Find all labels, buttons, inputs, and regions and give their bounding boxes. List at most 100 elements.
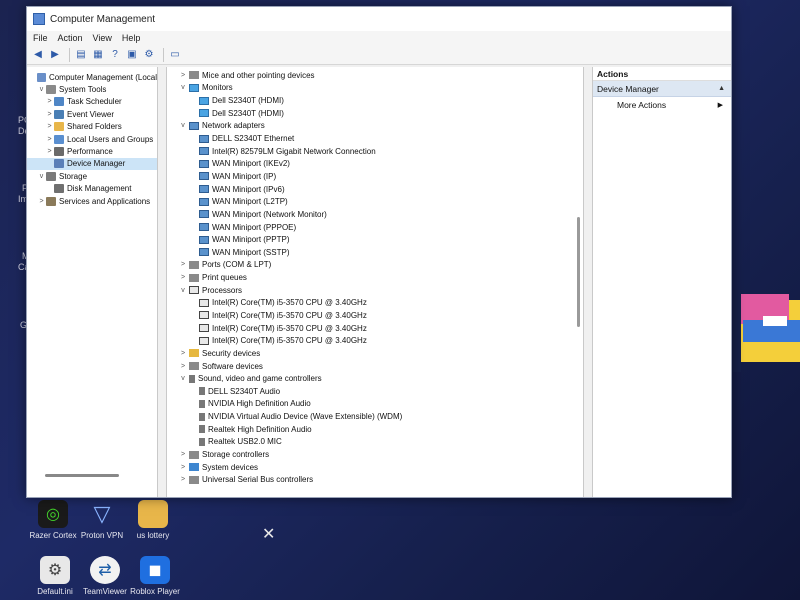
collapsed-chevron-icon[interactable]: > [177, 451, 189, 458]
device-label: NVIDIA Virtual Audio Device (Wave Extens… [208, 412, 403, 422]
tree-item[interactable]: v System Tools [27, 83, 157, 95]
processor-icon [199, 324, 209, 333]
device-category[interactable]: > System devices [167, 461, 583, 474]
collapsed-chevron-icon[interactable]: > [45, 136, 54, 143]
device-tree: > Mice and other pointing devices v Monitor… [166, 67, 584, 497]
collapsed-chevron-icon[interactable]: > [45, 148, 54, 155]
forward-arrow-icon[interactable]: ▶ [48, 48, 62, 62]
expanded-chevron-icon[interactable]: v [177, 375, 189, 382]
desktop-icon-roblox[interactable]: ◼ Roblox Player [130, 556, 180, 596]
collapsed-chevron-icon[interactable]: > [177, 274, 189, 281]
properties-icon[interactable]: ▣ [125, 48, 139, 62]
desktop-icon-razer-cortex[interactable]: ◎ Razer Cortex [28, 500, 78, 540]
device-category[interactable]: > Universal Serial Bus controllers [167, 474, 583, 487]
desktop-icon-us-lottery[interactable]: us lottery [128, 500, 178, 540]
tree-item[interactable]: > Task Scheduler [27, 96, 157, 108]
tree-item[interactable]: Computer Management (Local [27, 71, 157, 83]
title-bar[interactable]: Computer Management [27, 7, 731, 31]
device-category[interactable]: > Security devices [167, 347, 583, 360]
device-item[interactable]: WAN Miniport (PPTP) [167, 233, 583, 246]
device-item[interactable]: WAN Miniport (IP) [167, 170, 583, 183]
tree-horizontal-scrollbar[interactable] [45, 474, 119, 477]
device-category[interactable]: > Print queues [167, 271, 583, 284]
collapsed-chevron-icon[interactable]: > [37, 198, 46, 205]
device-item[interactable]: Intel(R) Core(TM) i5-3570 CPU @ 3.40GHz [167, 309, 583, 322]
device-label: Intel(R) Core(TM) i5-3570 CPU @ 3.40GHz [212, 298, 367, 308]
device-item[interactable]: Realtek USB2.0 MIC [167, 436, 583, 449]
collapsed-chevron-icon[interactable]: > [177, 350, 189, 357]
speaker-icon [199, 412, 205, 421]
show-hide-tree-icon[interactable]: ▦ [91, 48, 105, 62]
expanded-chevron-icon[interactable]: v [177, 84, 189, 91]
device-category[interactable]: > Ports (COM & LPT) [167, 259, 583, 272]
actions-item-more-actions[interactable]: More Actions ▶ [593, 97, 731, 113]
collapsed-chevron-icon[interactable]: > [177, 464, 189, 471]
device-item[interactable]: Intel(R) Core(TM) i5-3570 CPU @ 3.40GHz [167, 322, 583, 335]
collapse-arrow-icon[interactable]: ▲ [718, 85, 725, 92]
collapsed-chevron-icon[interactable]: > [45, 111, 54, 118]
device-item[interactable]: Dell S2340T (HDMI) [167, 107, 583, 120]
help-icon[interactable]: ? [108, 48, 122, 62]
desktop-icon-proton-vpn[interactable]: ▽ Proton VPN [77, 500, 127, 540]
tree-item[interactable]: Disk Management [27, 183, 157, 195]
tree-item[interactable]: > Shared Folders [27, 121, 157, 133]
collapsed-chevron-icon[interactable]: > [177, 363, 189, 370]
content-area: Computer Management (Local v System Tools >… [27, 67, 731, 497]
device-item[interactable]: Dell S2340T (HDMI) [167, 94, 583, 107]
device-item[interactable]: Intel(R) 82579LM Gigabit Network Connect… [167, 145, 583, 158]
expanded-chevron-icon[interactable]: v [37, 173, 46, 180]
menu-action[interactable]: Action [58, 33, 83, 43]
collapsed-chevron-icon[interactable]: > [177, 476, 189, 483]
up-folder-icon[interactable]: ▤ [74, 48, 88, 62]
network-adapter-icon [199, 210, 209, 219]
device-category[interactable]: > Mice and other pointing devices [167, 69, 583, 82]
tree-item[interactable]: > Services and Applications [27, 195, 157, 207]
device-category[interactable]: v Processors [167, 284, 583, 297]
device-category[interactable]: v Sound, video and game controllers [167, 372, 583, 385]
device-category[interactable]: > Storage controllers [167, 448, 583, 461]
tree-item[interactable]: > Local Users and Groups [27, 133, 157, 145]
processor-icon [189, 286, 199, 295]
device-item[interactable]: WAN Miniport (IKEv2) [167, 157, 583, 170]
tree-item[interactable]: Device Manager [27, 157, 157, 171]
tree-item[interactable]: > Performance [27, 145, 157, 157]
device-item[interactable]: WAN Miniport (PPPOE) [167, 221, 583, 234]
collapsed-chevron-icon[interactable]: > [177, 261, 189, 268]
expanded-chevron-icon[interactable]: v [177, 122, 189, 129]
device-category[interactable]: > Software devices [167, 360, 583, 373]
device-item[interactable]: NVIDIA High Definition Audio [167, 398, 583, 411]
tree-item[interactable]: > Event Viewer [27, 108, 157, 120]
menu-view[interactable]: View [93, 33, 112, 43]
mouse-icon [189, 71, 199, 80]
device-item[interactable]: Intel(R) Core(TM) i5-3570 CPU @ 3.40GHz [167, 297, 583, 310]
device-tree-vertical-scrollbar[interactable] [577, 217, 580, 327]
device-item[interactable]: WAN Miniport (SSTP) [167, 246, 583, 259]
device-item[interactable]: WAN Miniport (L2TP) [167, 195, 583, 208]
expanded-chevron-icon[interactable]: v [37, 86, 46, 93]
desktop-icon-teamviewer[interactable]: ⇄ TeamViewer [80, 556, 130, 596]
device-item[interactable]: WAN Miniport (Network Monitor) [167, 208, 583, 221]
device-item[interactable]: NVIDIA Virtual Audio Device (Wave Extens… [167, 410, 583, 423]
device-label: WAN Miniport (IKEv2) [212, 159, 290, 169]
collapsed-chevron-icon[interactable]: > [177, 72, 189, 79]
scan-hardware-icon[interactable]: ⚙ [142, 48, 156, 62]
device-item[interactable]: Intel(R) Core(TM) i5-3570 CPU @ 3.40GHz [167, 334, 583, 347]
back-arrow-icon[interactable]: ◀ [31, 48, 45, 62]
device-item[interactable]: DELL S2340T Ethernet [167, 132, 583, 145]
collapsed-chevron-icon[interactable]: > [45, 98, 54, 105]
desktop-icon-default-ini[interactable]: ⚙ Default.ini [30, 556, 80, 596]
device-item[interactable]: Realtek High Definition Audio [167, 423, 583, 436]
monitor-icon[interactable]: ▭ [168, 48, 182, 62]
speaker-icon [199, 437, 205, 446]
device-item[interactable]: DELL S2340T Audio [167, 385, 583, 398]
device-category[interactable]: v Network adapters [167, 120, 583, 133]
device-label: Realtek USB2.0 MIC [208, 437, 282, 447]
menu-file[interactable]: File [33, 33, 48, 43]
collapsed-chevron-icon[interactable]: > [45, 123, 54, 130]
menu-help[interactable]: Help [122, 33, 141, 43]
tree-item[interactable]: v Storage [27, 170, 157, 182]
actions-section-device-manager[interactable]: Device Manager ▲ [593, 81, 731, 97]
device-category[interactable]: v Monitors [167, 82, 583, 95]
expanded-chevron-icon[interactable]: v [177, 287, 189, 294]
device-item[interactable]: WAN Miniport (IPv6) [167, 183, 583, 196]
